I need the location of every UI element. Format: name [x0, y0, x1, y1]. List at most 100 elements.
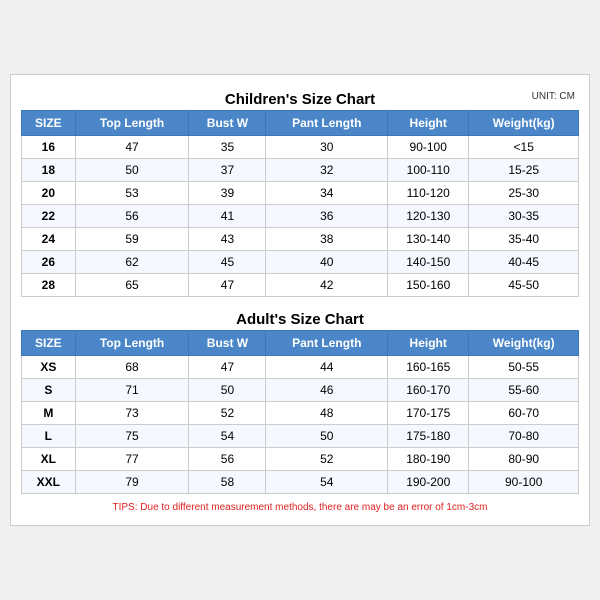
data-cell: 43: [189, 228, 266, 251]
size-cell: 20: [22, 182, 76, 205]
data-cell: 34: [266, 182, 388, 205]
adults-col-bust-w: Bust W: [189, 331, 266, 356]
data-cell: 54: [189, 425, 266, 448]
data-cell: 47: [189, 356, 266, 379]
data-cell: 110-120: [388, 182, 469, 205]
data-cell: 30-35: [469, 205, 579, 228]
data-cell: 40: [266, 251, 388, 274]
table-row: L755450175-18070-80: [22, 425, 579, 448]
data-cell: 56: [189, 448, 266, 471]
data-cell: 37: [189, 159, 266, 182]
chart-container: Children's Size Chart UNIT: CM SIZE Top …: [10, 74, 590, 526]
data-cell: 45-50: [469, 274, 579, 297]
adults-col-pant-length: Pant Length: [266, 331, 388, 356]
size-cell: 16: [22, 136, 76, 159]
children-section-title: Children's Size Chart UNIT: CM: [21, 85, 579, 110]
data-cell: 90-100: [469, 471, 579, 494]
data-cell: 25-30: [469, 182, 579, 205]
data-cell: 41: [189, 205, 266, 228]
table-row: S715046160-17055-60: [22, 379, 579, 402]
size-cell: S: [22, 379, 76, 402]
data-cell: 77: [75, 448, 189, 471]
data-cell: 55-60: [469, 379, 579, 402]
data-cell: 120-130: [388, 205, 469, 228]
data-cell: 40-45: [469, 251, 579, 274]
adults-table: SIZE Top Length Bust W Pant Length Heigh…: [21, 330, 579, 494]
data-cell: 60-70: [469, 402, 579, 425]
data-cell: 50: [75, 159, 189, 182]
size-cell: M: [22, 402, 76, 425]
data-cell: 36: [266, 205, 388, 228]
table-row: 22564136120-13030-35: [22, 205, 579, 228]
data-cell: 65: [75, 274, 189, 297]
data-cell: 70-80: [469, 425, 579, 448]
table-row: XL775652180-19080-90: [22, 448, 579, 471]
data-cell: 90-100: [388, 136, 469, 159]
size-cell: L: [22, 425, 76, 448]
adults-col-weight: Weight(kg): [469, 331, 579, 356]
data-cell: 180-190: [388, 448, 469, 471]
children-table: SIZE Top Length Bust W Pant Length Heigh…: [21, 110, 579, 297]
data-cell: 35: [189, 136, 266, 159]
size-cell: XS: [22, 356, 76, 379]
data-cell: 46: [266, 379, 388, 402]
data-cell: 52: [189, 402, 266, 425]
data-cell: 170-175: [388, 402, 469, 425]
adults-title-text: Adult's Size Chart: [236, 311, 364, 328]
children-title-text: Children's Size Chart: [225, 91, 375, 108]
table-row: XS684744160-16550-55: [22, 356, 579, 379]
data-cell: 62: [75, 251, 189, 274]
data-cell: 50: [189, 379, 266, 402]
data-cell: 42: [266, 274, 388, 297]
data-cell: 15-25: [469, 159, 579, 182]
data-cell: 50-55: [469, 356, 579, 379]
data-cell: 160-165: [388, 356, 469, 379]
adults-section-title: Adult's Size Chart: [21, 305, 579, 330]
data-cell: 32: [266, 159, 388, 182]
data-cell: 58: [189, 471, 266, 494]
data-cell: 150-160: [388, 274, 469, 297]
data-cell: 50: [266, 425, 388, 448]
data-cell: 59: [75, 228, 189, 251]
table-row: 18503732100-11015-25: [22, 159, 579, 182]
data-cell: 68: [75, 356, 189, 379]
data-cell: 75: [75, 425, 189, 448]
table-row: XXL795854190-20090-100: [22, 471, 579, 494]
children-col-size: SIZE: [22, 111, 76, 136]
tips-text: TIPS: Due to different measurement metho…: [21, 500, 579, 515]
table-row: 20533934110-12025-30: [22, 182, 579, 205]
data-cell: <15: [469, 136, 579, 159]
data-cell: 190-200: [388, 471, 469, 494]
table-row: M735248170-17560-70: [22, 402, 579, 425]
data-cell: 80-90: [469, 448, 579, 471]
data-cell: 71: [75, 379, 189, 402]
size-cell: 26: [22, 251, 76, 274]
unit-label: UNIT: CM: [532, 91, 575, 102]
children-col-pant-length: Pant Length: [266, 111, 388, 136]
data-cell: 47: [75, 136, 189, 159]
table-row: 28654742150-16045-50: [22, 274, 579, 297]
data-cell: 160-170: [388, 379, 469, 402]
data-cell: 56: [75, 205, 189, 228]
data-cell: 38: [266, 228, 388, 251]
data-cell: 130-140: [388, 228, 469, 251]
data-cell: 44: [266, 356, 388, 379]
children-col-bust-w: Bust W: [189, 111, 266, 136]
children-header-row: SIZE Top Length Bust W Pant Length Heigh…: [22, 111, 579, 136]
data-cell: 73: [75, 402, 189, 425]
size-cell: 22: [22, 205, 76, 228]
size-cell: 28: [22, 274, 76, 297]
data-cell: 48: [266, 402, 388, 425]
adults-col-top-length: Top Length: [75, 331, 189, 356]
data-cell: 52: [266, 448, 388, 471]
size-cell: XL: [22, 448, 76, 471]
table-row: 24594338130-14035-40: [22, 228, 579, 251]
data-cell: 54: [266, 471, 388, 494]
size-cell: XXL: [22, 471, 76, 494]
data-cell: 53: [75, 182, 189, 205]
adults-col-height: Height: [388, 331, 469, 356]
table-row: 26624540140-15040-45: [22, 251, 579, 274]
adults-header-row: SIZE Top Length Bust W Pant Length Heigh…: [22, 331, 579, 356]
data-cell: 47: [189, 274, 266, 297]
data-cell: 45: [189, 251, 266, 274]
